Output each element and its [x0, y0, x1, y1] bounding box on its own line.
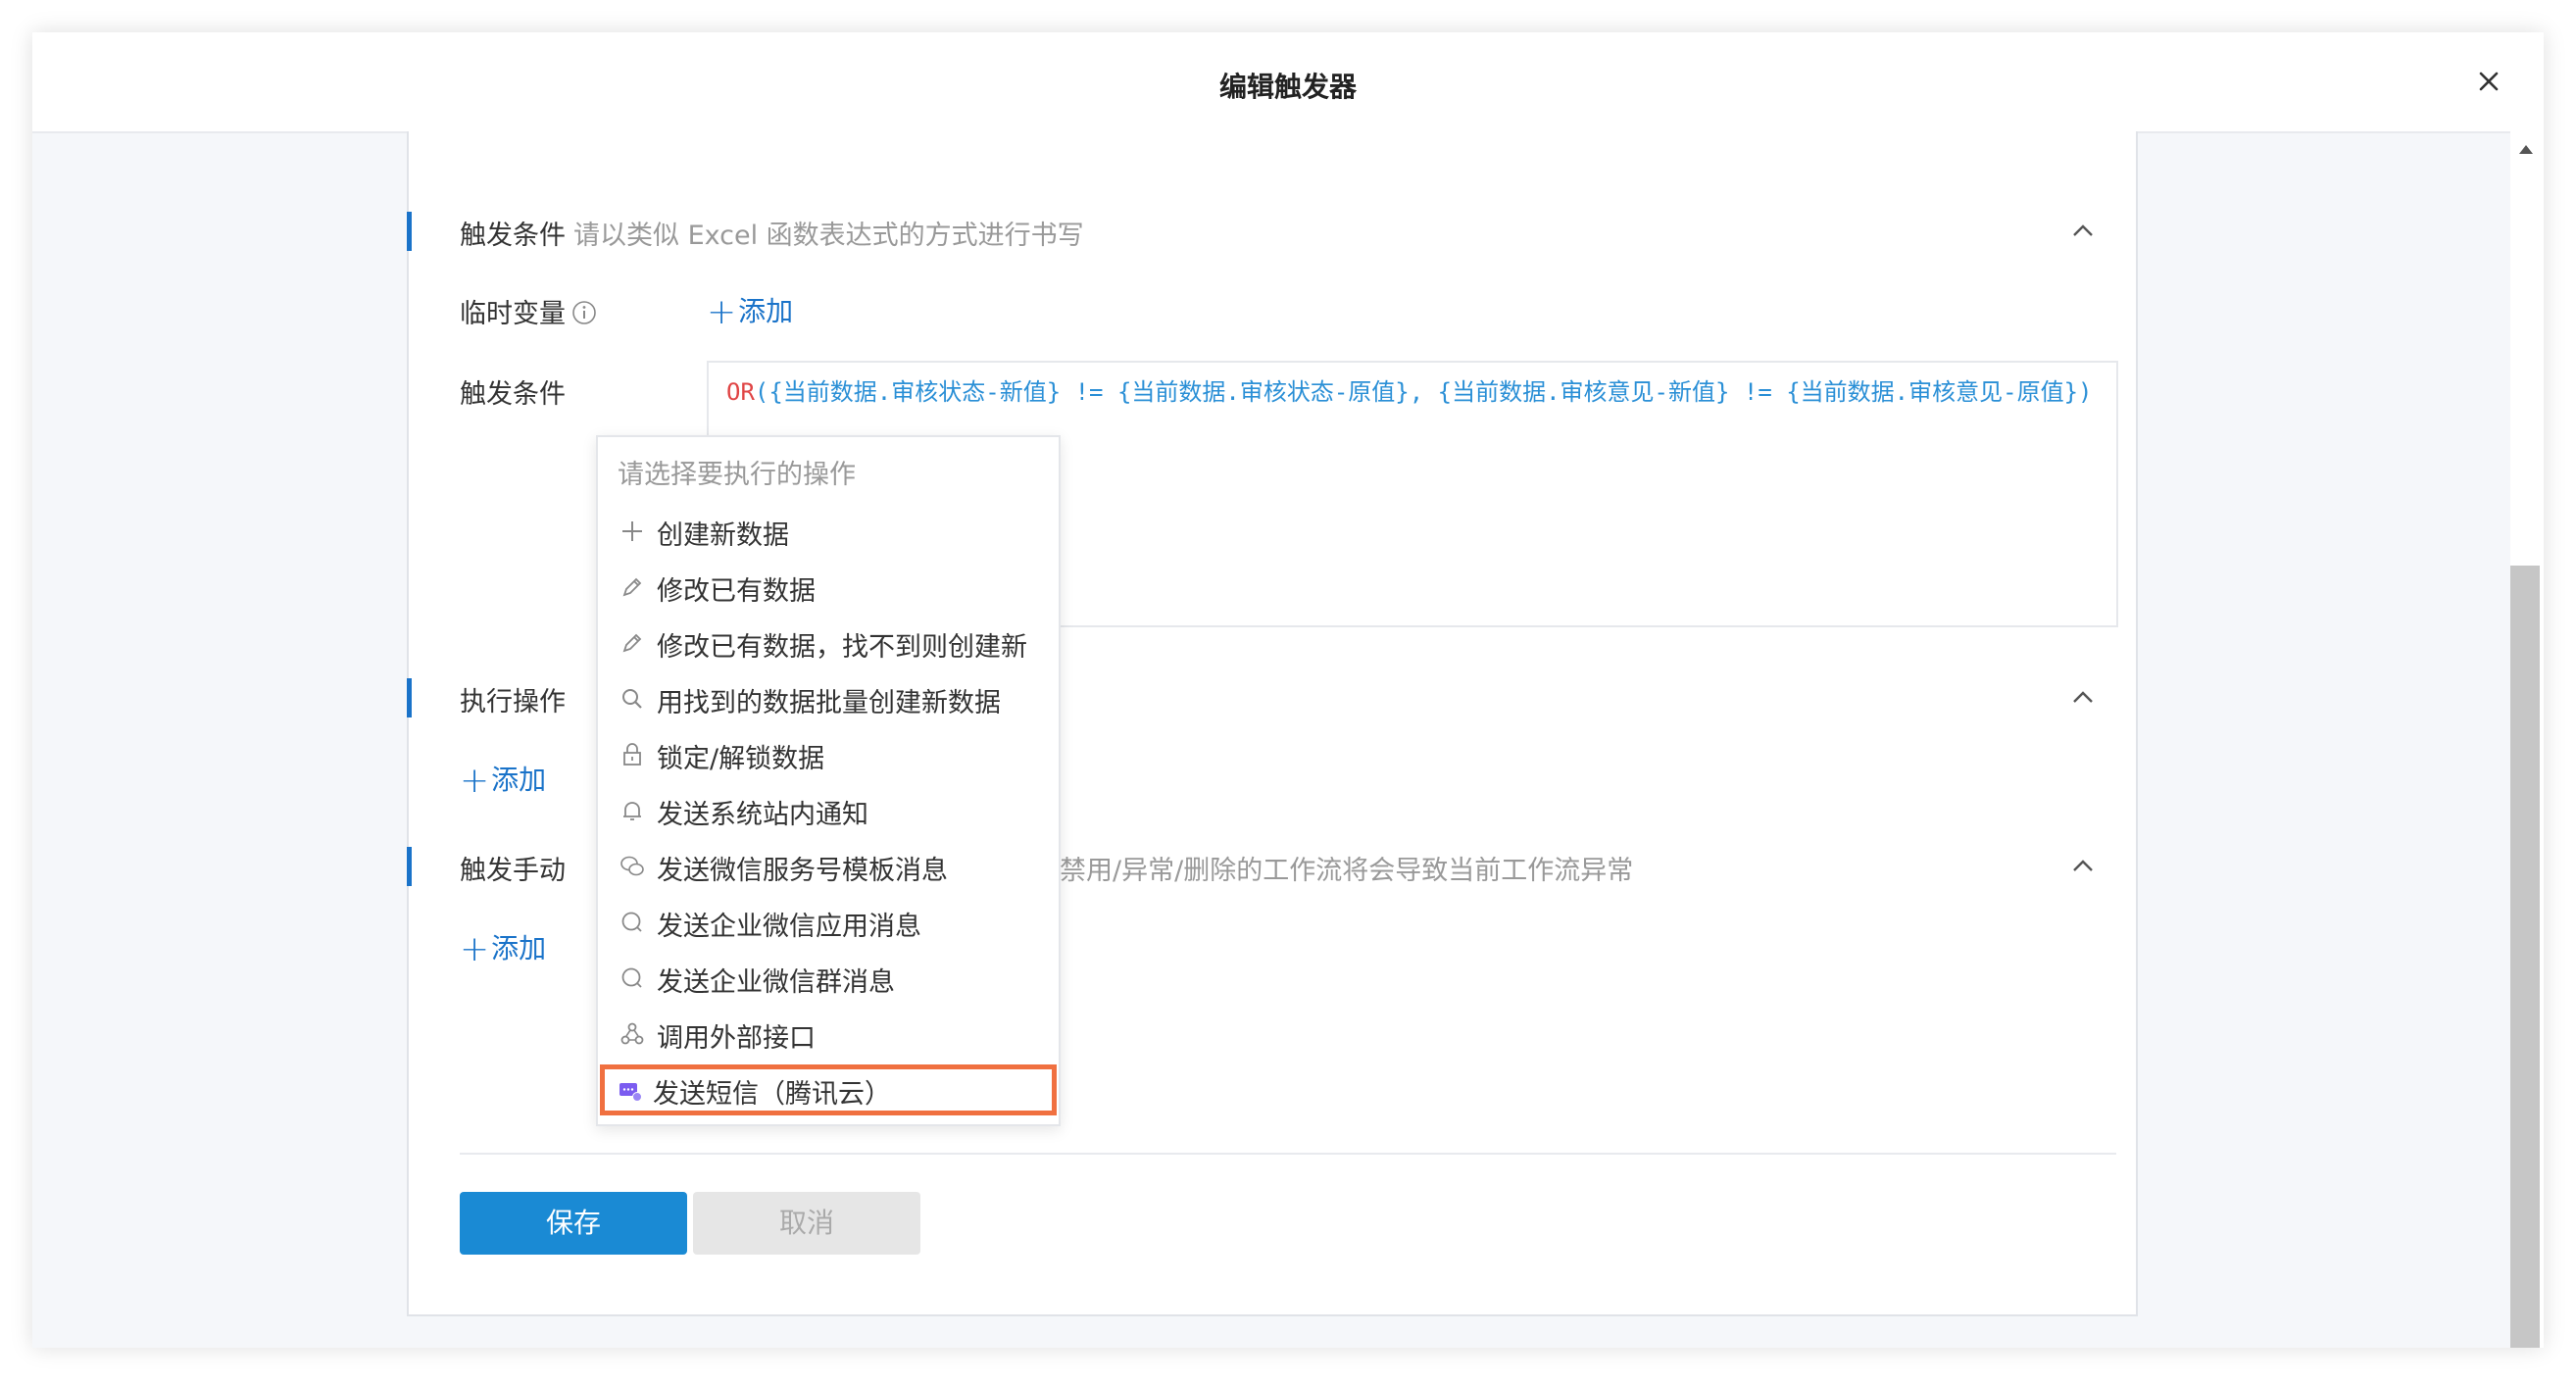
plus-icon: +: [707, 292, 737, 332]
chevron-up-icon[interactable]: [2069, 218, 2097, 245]
webhook-icon: [620, 1022, 644, 1045]
dropdown-item-label: 用找到的数据批量创建新数据: [657, 688, 1001, 718]
chat-icon: [621, 912, 642, 932]
plus-icon: +: [460, 929, 490, 969]
expression-keyword: OR: [726, 378, 755, 406]
cancel-button[interactable]: 取消: [693, 1192, 920, 1255]
dropdown-item-label: 发送企业微信应用消息: [657, 912, 921, 942]
dropdown-item-wecom-app[interactable]: 发送企业微信应用消息: [600, 897, 1055, 948]
plus-icon: +: [460, 761, 490, 801]
scroll-up-arrow[interactable]: [2519, 145, 2533, 154]
add-action-button[interactable]: +添加: [460, 759, 546, 801]
dialog-header: 编辑触发器: [32, 32, 2544, 133]
chat-icon: [621, 967, 642, 988]
dropdown-item-label: 发送微信服务号模板消息: [657, 856, 948, 886]
dropdown-item-label: 修改已有数据，找不到则创建新: [657, 632, 1027, 663]
close-icon[interactable]: [2471, 64, 2506, 99]
condition-field-label: 触发条件: [460, 379, 566, 410]
pencil-icon: [622, 633, 642, 653]
condition-section-title: 触发条件 请以类似 Excel 函数表达式的方式进行书写: [460, 214, 1084, 252]
dropdown-item-external-api[interactable]: 调用外部接口: [600, 1009, 1055, 1060]
dropdown-item-label: 发送短信（腾讯云）: [653, 1079, 891, 1110]
dropdown-item-label: 锁定/解锁数据: [657, 744, 825, 774]
pencil-icon: [622, 577, 642, 597]
dropdown-item-lock-unlock[interactable]: 锁定/解锁数据: [600, 729, 1055, 780]
section-marker: [407, 678, 412, 717]
dropdown-item-label: 创建新数据: [657, 520, 789, 551]
temp-variable-label: 临时变量: [460, 292, 597, 330]
temp-variable-text: 临时变量: [460, 299, 566, 329]
dropdown-item-modify-data[interactable]: 修改已有数据: [600, 562, 1055, 613]
action-section-title: 执行操作: [460, 687, 566, 717]
add-temp-variable-button[interactable]: +添加: [707, 290, 793, 332]
dropdown-item-send-sms-tencent[interactable]: 发送短信（腾讯云）: [600, 1064, 1057, 1115]
search-icon: [622, 689, 642, 709]
dialog-title: 编辑触发器: [1218, 71, 1357, 103]
section-marker: [407, 212, 412, 251]
add-manual-trigger-button[interactable]: +添加: [460, 927, 546, 969]
add-label: 添加: [738, 295, 794, 327]
dropdown-item-label: 发送系统站内通知: [657, 800, 868, 830]
dropdown-item-label: 调用外部接口: [657, 1023, 816, 1054]
add-label: 添加: [491, 932, 547, 964]
edit-trigger-dialog: 编辑触发器 触发条件 请以类似 Excel 函数表达式的方式进行书写 临时变量 +…: [32, 32, 2544, 1348]
dropdown-item-wecom-group[interactable]: 发送企业微信群消息: [600, 953, 1055, 1004]
chevron-up-icon[interactable]: [2069, 684, 2097, 712]
sms-icon: [619, 1083, 642, 1102]
chevron-up-icon[interactable]: [2069, 853, 2097, 880]
action-dropdown: 请选择要执行的操作 创建新数据 修改已有数据 修改已有数据，找不到则创建新 用找…: [596, 435, 1061, 1126]
dropdown-item-label: 发送企业微信群消息: [657, 967, 895, 998]
dropdown-item-wechat-template[interactable]: 发送微信服务号模板消息: [600, 841, 1055, 892]
bell-icon: [623, 802, 641, 820]
divider: [460, 1153, 2116, 1155]
manual-section-hint: 禁用/异常/删除的工作流将会导致当前工作流异常: [1060, 856, 1634, 886]
lock-icon: [623, 743, 641, 766]
plus-icon: [622, 521, 642, 541]
section-marker: [407, 847, 412, 886]
dropdown-item-label: 修改已有数据: [657, 576, 816, 607]
add-label: 添加: [491, 764, 547, 796]
condition-section-label: 触发条件: [460, 221, 566, 251]
condition-expression: OR({当前数据.审核状态-新值} != {当前数据.审核状态-原值}, {当前…: [726, 374, 2099, 410]
manual-section-title: 触发手动: [460, 856, 566, 886]
condition-section-hint: 请以类似 Excel 函数表达式的方式进行书写: [573, 221, 1084, 251]
expression-body: ({当前数据.审核状态-新值} != {当前数据.审核状态-原值}, {当前数据…: [754, 378, 2093, 406]
dropdown-item-create-data[interactable]: 创建新数据: [600, 506, 1055, 557]
dropdown-item-modify-or-create[interactable]: 修改已有数据，找不到则创建新: [600, 618, 1055, 668]
info-icon[interactable]: [571, 300, 597, 325]
scrollbar-thumb[interactable]: [2510, 566, 2540, 1348]
dropdown-item-system-notice[interactable]: 发送系统站内通知: [600, 785, 1055, 836]
dropdown-header: 请选择要执行的操作: [618, 460, 856, 490]
save-button[interactable]: 保存: [460, 1192, 687, 1255]
dropdown-item-batch-create[interactable]: 用找到的数据批量创建新数据: [600, 673, 1055, 724]
wechat-icon: [620, 856, 644, 876]
